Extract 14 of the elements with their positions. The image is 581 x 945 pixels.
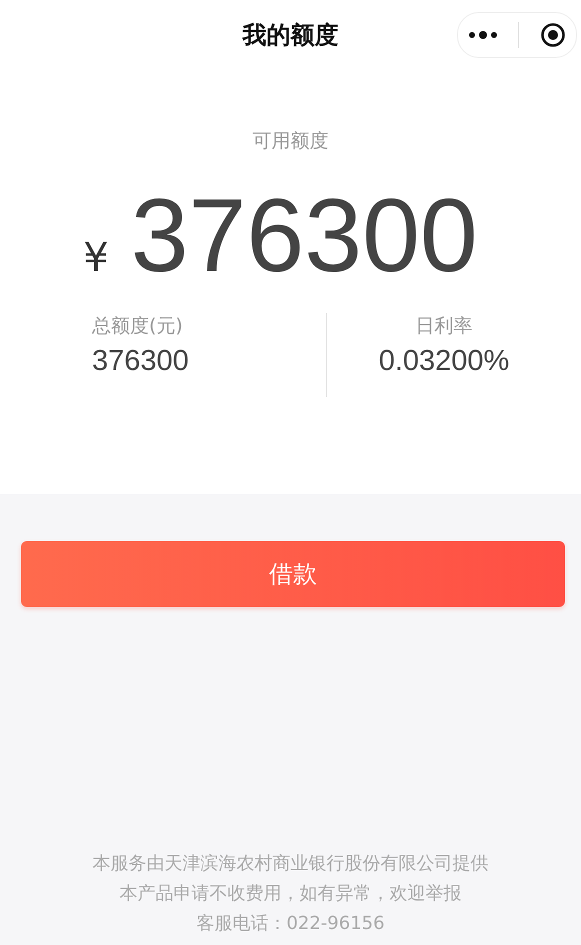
stat-value: 0.03200% [378, 345, 510, 378]
more-icon[interactable] [468, 30, 498, 40]
stat-label: 总额度(元) [92, 314, 183, 340]
available-amount: 376300 [130, 182, 478, 292]
page-title: 我的额度 [242, 20, 338, 51]
footer-text: 本服务由天津滨海农村商业银行股份有限公司提供 [92, 852, 488, 875]
currency-symbol: ¥ [83, 235, 109, 281]
stat-value: 376300 [92, 345, 189, 378]
available-label: 可用额度 [252, 129, 330, 154]
stat-label: 日利率 [416, 314, 472, 340]
footer-text: 客服电话：022-96156 [196, 912, 385, 935]
close-icon[interactable] [540, 22, 566, 48]
borrow-button[interactable]: 借款 [21, 541, 565, 607]
footer-text: 本产品申请不收费用，如有异常，欢迎举报 [120, 882, 462, 905]
